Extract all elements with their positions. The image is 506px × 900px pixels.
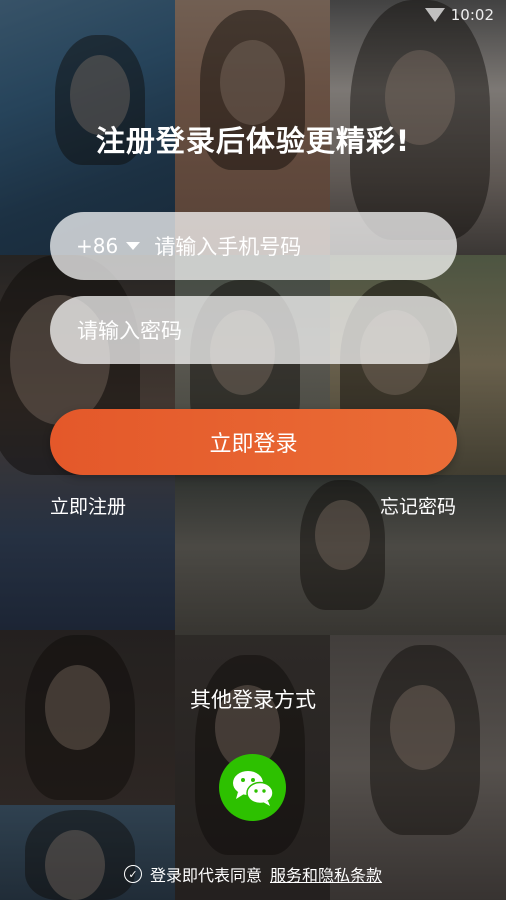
password-field[interactable]: 请输入密码	[50, 296, 457, 364]
phone-field[interactable]: +86 请输入手机号码	[50, 212, 457, 280]
country-code: +86	[76, 234, 119, 258]
status-time: 10:02	[450, 6, 494, 24]
page-title: 注册登录后体验更精彩!	[95, 124, 411, 158]
wechat-icon	[232, 770, 274, 806]
caret-down-icon	[126, 242, 141, 250]
agreement-text: 登录即代表同意	[149, 866, 262, 885]
wechat-login-button[interactable]	[219, 754, 286, 821]
forgot-password-link[interactable]: 忘记密码	[380, 492, 456, 519]
login-button[interactable]: 立即登录	[50, 409, 457, 475]
status-bar: 10:02	[424, 6, 494, 24]
other-login-label: 其他登录方式	[190, 688, 316, 712]
terms-link[interactable]: 服务和隐私条款	[270, 862, 382, 886]
check-circle-icon[interactable]: ✓	[123, 865, 142, 883]
country-code-selector[interactable]: +86	[76, 234, 144, 258]
password-input[interactable]: 请输入密码	[77, 315, 182, 345]
signal-icon	[424, 8, 445, 22]
phone-input[interactable]: 请输入手机号码	[154, 231, 301, 261]
register-link[interactable]: 立即注册	[50, 492, 126, 519]
agreement-row: ✓ 登录即代表同意 服务和隐私条款	[0, 862, 506, 886]
